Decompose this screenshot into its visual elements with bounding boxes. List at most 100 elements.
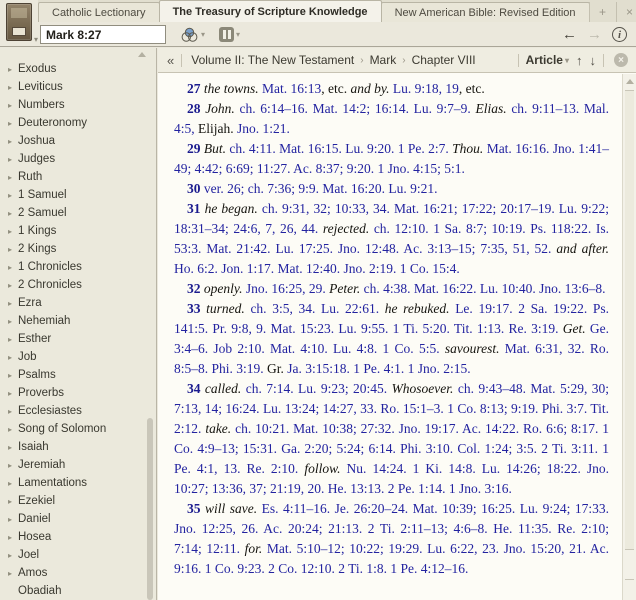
content-scrollbar-thumb[interactable]: [625, 90, 634, 550]
visual-filters-button[interactable]: ▾: [180, 27, 205, 43]
scripture-ref-link[interactable]: ch. 4:38. Mat. 16:22. Lu. 10:40. Jno. 13…: [364, 281, 606, 296]
sidebar-item-2-samuel[interactable]: ▸ 2 Samuel: [0, 204, 156, 222]
cue-word: savourest.: [444, 341, 500, 356]
scripture-ref-link[interactable]: ver. 26; ch. 7:36; 9:9. Mat. 16:20. Lu. …: [204, 181, 438, 196]
next-article-button[interactable]: ↓: [590, 53, 597, 68]
chevron-right-icon: ▸: [8, 190, 13, 200]
sidebar-scrollbar-thumb[interactable]: [147, 418, 153, 600]
back-button[interactable]: ←: [562, 27, 577, 42]
reference-input[interactable]: [40, 25, 166, 44]
chevron-right-icon: ▸: [8, 64, 13, 74]
sidebar-item-1-samuel[interactable]: ▸ 1 Samuel: [0, 186, 156, 204]
scripture-ref-link[interactable]: Mat. 16:13: [262, 81, 321, 96]
breadcrumb-book[interactable]: Mark: [370, 53, 397, 67]
sidebar-item-isaiah[interactable]: ▸ Isaiah: [0, 438, 156, 456]
chevron-right-icon: ▸: [8, 316, 13, 326]
scripture-ref-link[interactable]: ch. 4:11. Mat. 16:15. Lu. 9:20. 1 Pe. 2:…: [229, 141, 448, 156]
sidebar-item-daniel[interactable]: ▸ Daniel: [0, 510, 156, 528]
scripture-ref-link[interactable]: ch. 6:14–16. Mat. 14:2; 16:14. Lu. 9:7–9…: [240, 101, 471, 116]
cue-word: Get.: [562, 321, 586, 336]
resource-cover-button[interactable]: ▾: [3, 2, 38, 46]
sidebar-item-ruth[interactable]: ▸ Ruth: [0, 168, 156, 186]
cue-word: called.: [204, 381, 242, 396]
sidebar-item-ezekiel[interactable]: ▸ Ezekiel: [0, 492, 156, 510]
sidebar-item-joel[interactable]: ▸ Joel: [0, 546, 156, 564]
sidebar-item-proverbs[interactable]: ▸ Proverbs: [0, 384, 156, 402]
sidebar-item-label: Esther: [18, 333, 52, 345]
tab-catholic-lectionary[interactable]: Catholic Lectionary: [38, 2, 160, 22]
sidebar-item-psalms[interactable]: ▸ Psalms: [0, 366, 156, 384]
scripture-ref-link[interactable]: Jno. 1:21.: [237, 121, 290, 136]
plain-text: , etc.: [458, 81, 485, 96]
sidebar-item-label: Leviticus: [18, 81, 63, 93]
chevron-right-icon: ▸: [8, 100, 13, 110]
sidebar-item-2-chronicles[interactable]: ▸ 2 Chronicles: [0, 276, 156, 294]
sidebar-item-exodus[interactable]: ▸ Exodus: [0, 60, 156, 78]
tab-label: Catholic Lectionary: [52, 6, 146, 19]
sidebar-item-2-kings[interactable]: ▸ 2 Kings: [0, 240, 156, 258]
tab-treasury-of-scripture-knowledge[interactable]: The Treasury of Scripture Knowledge: [158, 0, 382, 22]
chevron-right-icon: ▸: [8, 478, 13, 488]
sidebar-item-nehemiah[interactable]: ▸ Nehemiah: [0, 312, 156, 330]
close-panel-button[interactable]: ×: [615, 2, 636, 22]
chevron-right-icon: ▸: [8, 208, 13, 218]
verse-number: 29: [187, 141, 201, 156]
scroll-up-icon[interactable]: [626, 79, 634, 84]
forward-button[interactable]: →: [587, 27, 602, 42]
parallel-resources-button[interactable]: ▾: [219, 27, 240, 42]
sidebar-item-judges[interactable]: ▸ Judges: [0, 150, 156, 168]
chevron-down-icon: ▾: [201, 30, 206, 39]
scripture-ref-link[interactable]: Lu. 9:18, 19: [393, 81, 459, 96]
scripture-ref-link[interactable]: Jno. 16:25, 29.: [246, 281, 326, 296]
info-button[interactable]: i: [612, 27, 627, 42]
sidebar-item-hosea[interactable]: ▸ Hosea: [0, 528, 156, 546]
cue-word: John.: [205, 101, 235, 116]
scripture-ref-link[interactable]: ch. 7:14. Lu. 9:23; 20:45.: [246, 381, 387, 396]
previous-article-button[interactable]: ↑: [576, 53, 583, 68]
content-scrollbar[interactable]: [622, 74, 636, 600]
sidebar-item-leviticus[interactable]: ▸ Leviticus: [0, 78, 156, 96]
sidebar-item-job[interactable]: ▸ Job: [0, 348, 156, 366]
sidebar-item-label: 1 Chronicles: [18, 261, 82, 273]
tab-label: New American Bible: Revised Edition: [394, 6, 576, 19]
chevron-right-icon: ▸: [8, 352, 13, 362]
new-tab-button[interactable]: +: [588, 2, 616, 22]
divider: [517, 53, 519, 67]
sidebar-item-song-of-solomon[interactable]: ▸ Song of Solomon: [0, 420, 156, 438]
chevron-down-icon: ▾: [564, 55, 569, 65]
chevron-right-icon: ▸: [8, 370, 13, 380]
breadcrumb-volume[interactable]: Volume II: The New Testament: [191, 53, 354, 67]
sidebar-item-numbers[interactable]: ▸ Numbers: [0, 96, 156, 114]
article-body: 27 the towns. Mat. 16:13, etc. and by. L…: [158, 74, 622, 600]
plain-text: , etc.: [321, 81, 351, 96]
sidebar-item-ecclesiastes[interactable]: ▸ Ecclesiastes: [0, 402, 156, 420]
sidebar-item-esther[interactable]: ▸ Esther: [0, 330, 156, 348]
sidebar-item-obadiah[interactable]: Obadiah: [0, 582, 156, 600]
sidebar-item-1-chronicles[interactable]: ▸ 1 Chronicles: [0, 258, 156, 276]
close-locator-button[interactable]: ×: [614, 53, 628, 67]
cue-word: and by.: [350, 81, 390, 96]
sidebar-item-deuteronomy[interactable]: ▸ Deuteronomy: [0, 114, 156, 132]
sidebar-item-jeremiah[interactable]: ▸ Jeremiah: [0, 456, 156, 474]
tab-new-american-bible[interactable]: New American Bible: Revised Edition: [380, 2, 590, 22]
scripture-ref-link[interactable]: Ho. 6:2. Jon. 1:17. Mat. 12:40. Jno. 2:1…: [174, 261, 460, 276]
sidebar-item-label: Job: [18, 351, 37, 363]
chevron-right-icon: ▸: [8, 262, 13, 272]
sidebar-item-joshua[interactable]: ▸ Joshua: [0, 132, 156, 150]
scroll-up-icon[interactable]: [138, 52, 146, 57]
sidebar-item-lamentations[interactable]: ▸ Lamentations: [0, 474, 156, 492]
sidebar-item-ezra[interactable]: ▸ Ezra: [0, 294, 156, 312]
view-mode-dropdown[interactable]: Article ▾: [526, 53, 569, 67]
cue-word: turned.: [206, 301, 245, 316]
collapse-toc-button[interactable]: «: [158, 53, 181, 68]
verse-number: 27: [187, 81, 201, 96]
chevron-right-icon: ▸: [8, 532, 13, 542]
breadcrumb-chapter[interactable]: Chapter VIII: [412, 53, 476, 67]
resource-content-panel: « Volume II: The New Testament › Mark › …: [158, 48, 636, 600]
cue-word: But.: [203, 141, 227, 156]
scripture-ref-link[interactable]: ch. 3:5, 34. Lu. 22:61.: [250, 301, 379, 316]
sidebar-item-1-kings[interactable]: ▸ 1 Kings: [0, 222, 156, 240]
sidebar-item-amos[interactable]: ▸ Amos: [0, 564, 156, 582]
chevron-right-icon: ▸: [8, 298, 13, 308]
scripture-ref-link[interactable]: Ja. 3:15:18. 1 Pe. 4:1. 1 Jno. 2:15.: [287, 361, 470, 376]
